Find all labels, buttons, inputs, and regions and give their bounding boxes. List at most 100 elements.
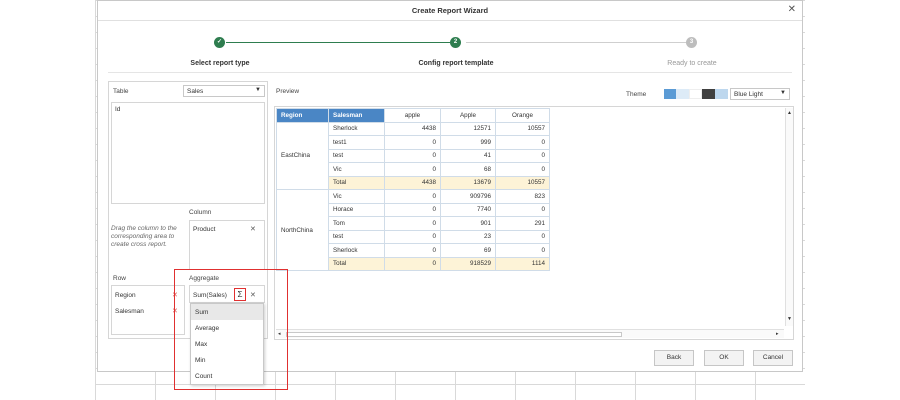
theme-select-value: Blue Light — [734, 91, 763, 98]
table-select[interactable]: Sales ▼ — [183, 85, 265, 97]
value-cell: 4438 — [384, 121, 441, 136]
row-label: Row — [113, 275, 127, 282]
scroll-down-icon[interactable]: ▼ — [787, 316, 792, 322]
row-field-region[interactable]: Region — [115, 292, 136, 299]
value-cell: 999 — [440, 135, 496, 150]
region-cell: NorthChina — [276, 189, 329, 271]
salesman-cell: Sherlock — [328, 121, 385, 136]
remove-column-icon[interactable]: ✕ — [250, 225, 256, 233]
total-cell: 4438 — [384, 175, 441, 190]
column-field[interactable]: Product — [193, 226, 215, 233]
cancel-button[interactable]: Cancel — [753, 350, 793, 366]
step-3-label: Ready to create — [667, 60, 717, 67]
value-cell: 0 — [495, 162, 550, 177]
salesman-cell: Vic — [328, 162, 385, 177]
value-cell: 69 — [440, 243, 496, 258]
header-col-2: Apple — [440, 108, 496, 123]
salesman-cell: Sherlock — [328, 243, 385, 258]
scroll-up-icon[interactable]: ▲ — [787, 110, 792, 116]
header-col-1: apple — [384, 108, 441, 123]
theme-swatches — [664, 89, 728, 99]
chevron-down-icon: ▼ — [255, 87, 261, 93]
swatch-4 — [702, 89, 715, 99]
value-cell: 23 — [440, 229, 496, 244]
total-cell: 10557 — [495, 175, 550, 190]
value-cell: 7740 — [440, 202, 496, 217]
preview-label: Preview — [276, 88, 300, 95]
swatch-3 — [689, 89, 702, 99]
value-cell: 0 — [384, 148, 441, 163]
value-cell: 0 — [384, 202, 441, 217]
value-cell: 12571 — [440, 121, 496, 136]
back-button[interactable]: Back — [654, 350, 694, 366]
salesman-cell: Horace — [328, 202, 385, 217]
header-region: Region — [276, 108, 329, 123]
step-connector-done — [226, 42, 450, 43]
horizontal-scrollbar[interactable]: ◂ ▸ — [276, 329, 784, 338]
ok-button[interactable]: OK — [704, 350, 744, 366]
value-cell: 41 — [440, 148, 496, 163]
step-2-indicator: 2 — [450, 37, 461, 48]
value-cell: 0 — [495, 135, 550, 150]
field-list: Id — [111, 102, 265, 204]
swatch-2 — [676, 89, 689, 99]
scroll-thumb[interactable] — [286, 332, 622, 337]
value-cell: 0 — [384, 229, 441, 244]
value-cell: 0 — [384, 189, 441, 204]
theme-select[interactable]: Blue Light ▼ — [730, 88, 790, 100]
step-3-indicator: 3 — [686, 37, 697, 48]
step-connector-pending — [466, 42, 686, 43]
value-cell: 823 — [495, 189, 550, 204]
value-cell: 0 — [384, 135, 441, 150]
dialog-title: Create Report Wizard — [411, 6, 489, 15]
swatch-1 — [664, 89, 676, 99]
total-cell: 1114 — [495, 256, 550, 271]
chevron-down-icon: ▼ — [780, 90, 786, 96]
value-cell: 291 — [495, 216, 550, 231]
value-cell: 909796 — [440, 189, 496, 204]
close-icon[interactable]: ✕ — [788, 4, 796, 15]
salesman-cell: test — [328, 148, 385, 163]
total-cell: 0 — [384, 256, 441, 271]
wizard-steps: ✓ 2 3 Select report type Config report t… — [108, 23, 792, 73]
salesman-cell: test — [328, 229, 385, 244]
value-cell: 0 — [495, 243, 550, 258]
salesman-cell: Vic — [328, 189, 385, 204]
value-cell: 0 — [495, 229, 550, 244]
drag-hint: Drag the column to the corresponding are… — [111, 225, 177, 248]
title-bar: Create Report Wizard ✕ — [98, 1, 802, 21]
header-col-3: Orange — [495, 108, 550, 123]
value-cell: 0 — [495, 148, 550, 163]
total-label: Total — [328, 256, 385, 271]
step-2-label: Config report template — [418, 60, 494, 67]
value-cell: 901 — [440, 216, 496, 231]
salesman-cell: test1 — [328, 135, 385, 150]
salesman-cell: Tom — [328, 216, 385, 231]
value-cell: 0 — [384, 162, 441, 177]
column-drop-area[interactable]: Product ✕ — [189, 220, 265, 270]
value-cell: 0 — [495, 202, 550, 217]
total-label: Total — [328, 175, 385, 190]
value-cell: 10557 — [495, 121, 550, 136]
value-cell: 0 — [384, 243, 441, 258]
header-salesman: Salesman — [328, 108, 385, 123]
scroll-right-icon[interactable]: ▸ — [776, 331, 779, 337]
field-item-id[interactable]: Id — [115, 106, 120, 113]
theme-label: Theme — [626, 91, 647, 98]
region-cell: EastChina — [276, 121, 329, 190]
swatch-5 — [715, 89, 728, 99]
table-label: Table — [113, 88, 129, 95]
value-cell: 68 — [440, 162, 496, 177]
total-cell: 918529 — [440, 256, 496, 271]
column-label: Column — [189, 209, 212, 216]
table-select-value: Sales — [187, 88, 204, 95]
value-cell: 0 — [384, 216, 441, 231]
preview-area: Region Salesman apple Apple Orange EastC… — [274, 106, 794, 340]
vertical-scrollbar[interactable]: ▲ ▼ — [785, 108, 793, 326]
total-cell: 13679 — [440, 175, 496, 190]
step-1-check-icon: ✓ — [214, 37, 225, 48]
step-1-label: Select report type — [190, 60, 250, 67]
annotation-highlight-box — [174, 269, 288, 390]
row-field-salesman[interactable]: Salesman — [115, 308, 144, 315]
report-preview-table: Region Salesman apple Apple Orange EastC… — [276, 108, 550, 271]
